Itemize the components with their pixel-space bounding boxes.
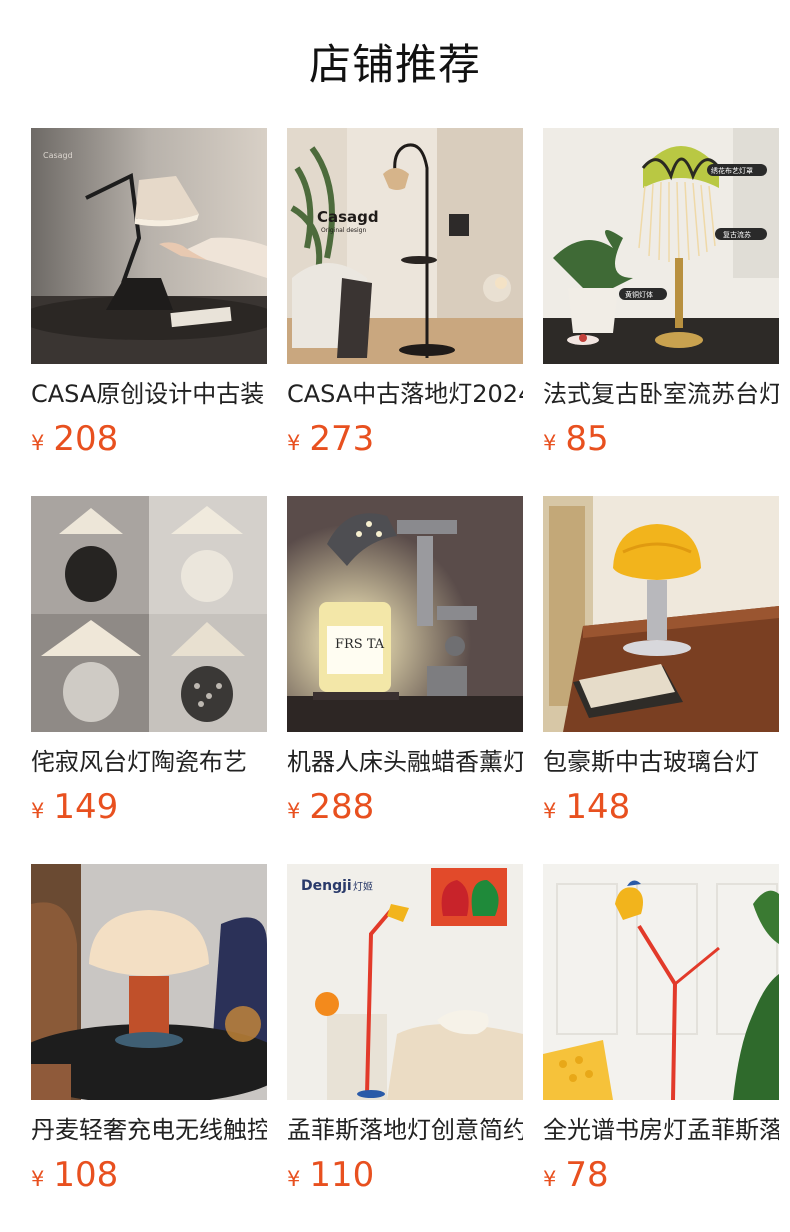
swing-arm-floor-lamp-image[interactable] (543, 864, 779, 1100)
candle-label-text: FRS TA (335, 637, 385, 652)
price-value: 288 (309, 787, 375, 827)
currency-symbol: ¥ (543, 1167, 557, 1191)
price-value: 85 (565, 419, 609, 459)
price-value: 208 (53, 419, 119, 459)
currency-symbol: ¥ (287, 431, 301, 455)
product-card[interactable]: 丹麦轻奢充电无线触控 ¥108 (31, 864, 267, 1195)
cordless-mushroom-lamp-image[interactable] (31, 864, 267, 1100)
tag-text: 复古流苏 (723, 230, 751, 239)
brand-subtitle-text: Original design (321, 227, 366, 234)
ceramic-table-lamps-image[interactable] (31, 496, 267, 732)
store-recommendations-page: 店铺推荐 Casagd CASA原创设计中古装 ¥ 208 Casagd Ori… (0, 0, 790, 1232)
product-name[interactable]: CASA原创设计中古装 (31, 378, 267, 410)
tag-text: 黄铜灯体 (625, 290, 653, 299)
product-price: ¥78 (543, 1155, 779, 1195)
product-price: ¥273 (287, 419, 523, 459)
product-name[interactable]: CASA中古落地灯2024 (287, 378, 523, 410)
product-card[interactable]: FRS TA 机器人床头融蜡香薰灯 ¥288 (287, 496, 523, 827)
brand-logo-text: Dengji (301, 878, 352, 894)
product-price: ¥110 (287, 1155, 523, 1195)
product-card[interactable]: Casagd CASA原创设计中古装 ¥208 (31, 128, 267, 459)
robot-wax-warmer-lamp-image[interactable]: FRS TA (287, 496, 523, 732)
currency-symbol: ¥ (543, 799, 557, 823)
price-value: 149 (53, 787, 119, 827)
product-price: ¥148 (543, 787, 779, 827)
product-card[interactable]: 包豪斯中古玻璃台灯 ¥148 (543, 496, 779, 827)
product-name[interactable]: 侘寂风台灯陶瓷布艺 (31, 746, 267, 778)
price-value: 273 (309, 419, 375, 459)
currency-symbol: ¥ (543, 431, 557, 455)
currency-symbol: ¥ (31, 431, 45, 455)
product-price: ¥208 (31, 419, 267, 459)
product-price: ¥288 (287, 787, 523, 827)
product-name[interactable]: 法式复古卧室流苏台灯 (543, 378, 779, 410)
brand-logo-text: Casagd (317, 208, 379, 226)
product-grid: Casagd CASA原创设计中古装 ¥208 Casagd Original … (31, 128, 790, 1195)
product-name[interactable]: 机器人床头融蜡香薰灯 (287, 746, 523, 778)
watermark-text: Casagd (43, 151, 73, 160)
tag-text: 绣花布艺灯罩 (711, 166, 753, 175)
red-floor-lamp-image[interactable]: Dengji 灯姬 (287, 864, 523, 1100)
product-card[interactable]: Dengji 灯姬 孟菲斯落地灯创意简约 ¥110 (287, 864, 523, 1195)
product-card[interactable]: Casagd Original design CASA中古落地灯2024 ¥27… (287, 128, 523, 459)
product-name[interactable]: 包豪斯中古玻璃台灯 (543, 746, 779, 778)
product-name[interactable]: 丹麦轻奢充电无线触控 (31, 1114, 267, 1146)
price-value: 148 (565, 787, 631, 827)
table-lamp-cone-shade-image[interactable]: Casagd (31, 128, 267, 364)
page-title: 店铺推荐 (308, 40, 481, 89)
product-name[interactable]: 孟菲斯落地灯创意简约 (287, 1114, 523, 1146)
currency-symbol: ¥ (31, 1167, 45, 1191)
price-value: 108 (53, 1155, 119, 1195)
product-price: ¥85 (543, 419, 779, 459)
product-price: ¥149 (31, 787, 267, 827)
brand-logo-text: 灯姬 (353, 880, 373, 893)
currency-symbol: ¥ (31, 799, 45, 823)
product-card[interactable]: 侘寂风台灯陶瓷布艺 ¥149 (31, 496, 267, 827)
product-price: ¥108 (31, 1155, 267, 1195)
price-value: 78 (565, 1155, 609, 1195)
currency-symbol: ¥ (287, 799, 301, 823)
product-card[interactable]: 全光谱书房灯孟菲斯落 ¥78 (543, 864, 779, 1195)
tassel-table-lamp-image[interactable]: 绣花布艺灯罩 复古流苏 黄铜灯体 (543, 128, 779, 364)
currency-symbol: ¥ (287, 1167, 301, 1191)
arc-floor-lamp-image[interactable]: Casagd Original design (287, 128, 523, 364)
price-value: 110 (309, 1155, 375, 1195)
product-name[interactable]: 全光谱书房灯孟菲斯落 (543, 1114, 779, 1146)
product-card[interactable]: 绣花布艺灯罩 复古流苏 黄铜灯体 法式复古卧室流苏台灯 ¥85 (543, 128, 779, 459)
mushroom-glass-lamp-image[interactable] (543, 496, 779, 732)
